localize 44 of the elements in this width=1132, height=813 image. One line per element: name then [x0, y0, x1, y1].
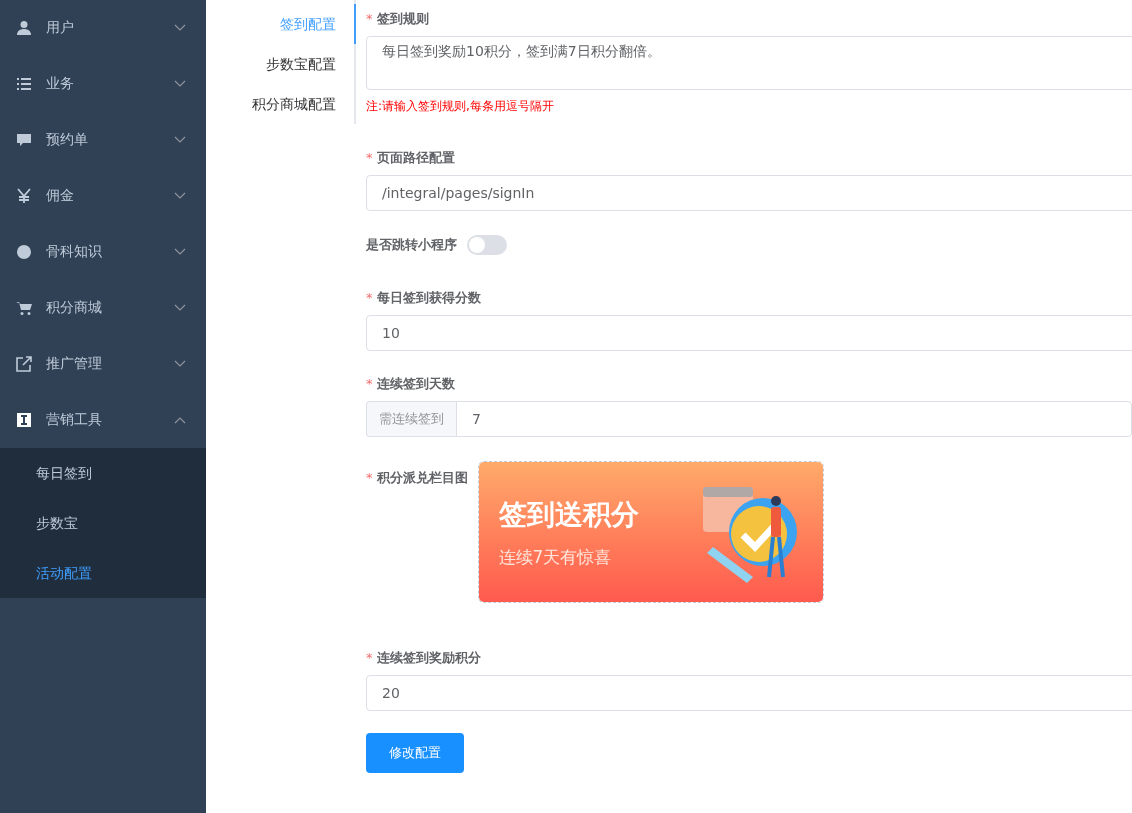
chevron-icon [174, 24, 186, 32]
input-field[interactable]: 7 [456, 401, 1132, 437]
banner-subtitle: 连续7天有惊喜 [498, 545, 613, 569]
tab[interactable]: 积分商城配置 [206, 84, 356, 124]
field-label: 连续签到天数 [376, 376, 455, 391]
chevron-icon [174, 416, 186, 424]
menu-item[interactable]: 用户 [0, 0, 206, 56]
chevron-icon [174, 136, 186, 144]
submenu-item[interactable]: 每日签到 [0, 448, 206, 498]
input-field[interactable]: 10 [366, 315, 1132, 351]
submenu-item[interactable]: 步数宝 [0, 498, 206, 548]
banner-title: 签到送积分 [498, 496, 639, 533]
required-mark: * [366, 376, 373, 391]
menu-item[interactable]: 预约单 [0, 112, 206, 168]
chevron-icon [174, 192, 186, 200]
toggle-switch[interactable] [467, 235, 507, 255]
required-mark: * [366, 470, 373, 485]
required-mark: * [366, 650, 373, 665]
field-label: 每日签到获得分数 [376, 290, 481, 305]
input-prefix: 需连续签到 [366, 401, 457, 437]
menu-item[interactable]: 佣金 [0, 168, 206, 224]
tab[interactable]: 步数宝配置 [206, 44, 356, 84]
required-mark: * [366, 11, 373, 26]
field-label: 签到规则 [376, 11, 429, 26]
menu-item[interactable]: 推广管理 [0, 336, 206, 392]
required-mark: * [366, 150, 373, 165]
submenu-item[interactable]: 活动配置 [0, 548, 206, 598]
field-label: 积分派兑栏目图 [376, 470, 468, 485]
hint-text: 注:请输入签到规则,每条用逗号隔开 [366, 98, 555, 115]
field-label: 是否跳转小程序 [366, 237, 457, 252]
chevron-icon [174, 80, 186, 88]
chevron-icon [174, 360, 186, 368]
required-mark: * [366, 290, 373, 305]
input-field[interactable]: /integral/pages/signIn [366, 175, 1132, 211]
field-label: 连续签到奖励积分 [376, 650, 481, 665]
menu-item[interactable]: 营销工具 [0, 392, 206, 448]
field-label: 页面路径配置 [376, 150, 455, 165]
textarea-field[interactable]: 每日签到奖励10积分，签到满7日积分翻倍。 [366, 36, 1132, 90]
menu-item[interactable]: 业务 [0, 56, 206, 112]
menu-item[interactable]: 骨科知识 [0, 224, 206, 280]
chevron-icon [174, 248, 186, 256]
chevron-icon [174, 304, 186, 312]
input-field[interactable]: 20 [366, 675, 1132, 711]
menu-item[interactable]: 积分商城 [0, 280, 206, 336]
